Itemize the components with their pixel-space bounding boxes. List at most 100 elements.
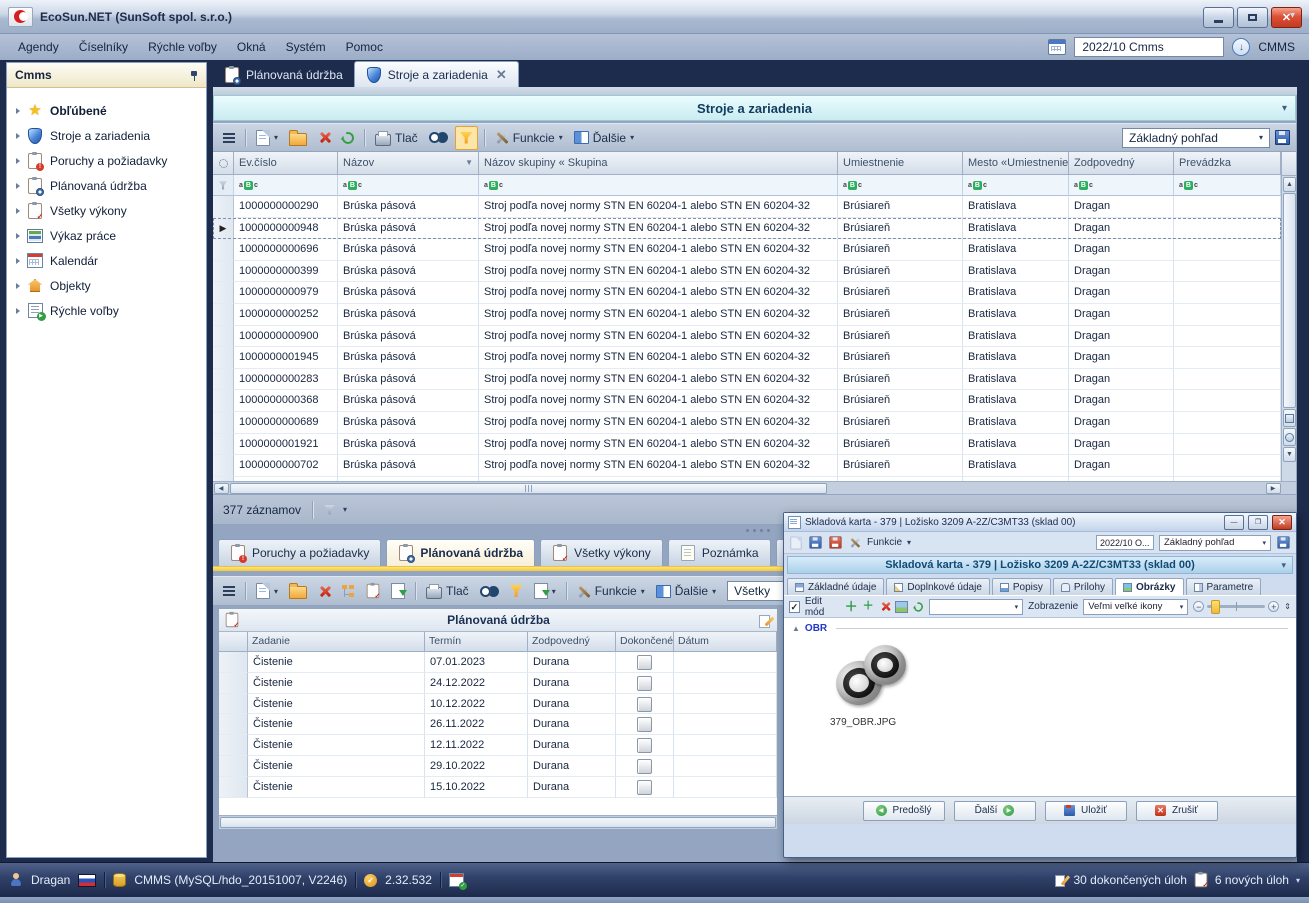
delete-icon[interactable] [880, 601, 889, 611]
dialog-tab-prilohy[interactable]: Prílohy [1053, 578, 1113, 595]
save-close-icon[interactable] [830, 537, 842, 549]
filter-button[interactable] [506, 580, 527, 602]
print-button[interactable]: Tlač [371, 127, 422, 149]
period-input[interactable]: 2022/10 Cmms [1074, 37, 1224, 57]
sidebar-item-oblubene[interactable]: ★Obľúbené [7, 98, 206, 123]
ulozit-button[interactable]: Uložiť [1045, 801, 1127, 821]
plan-button[interactable] [362, 580, 384, 602]
expander-icon[interactable] [16, 108, 20, 114]
dialog-tab-obrazky[interactable]: Obrázky [1115, 578, 1183, 595]
column-header-nazov-skupiny-skupina[interactable]: Názov skupiny « Skupina [479, 152, 838, 175]
task-filter-selector[interactable]: Všetky [727, 581, 789, 601]
table-row[interactable]: Čistenie07.01.2023Durana [219, 652, 777, 673]
save-view-icon[interactable] [1278, 537, 1290, 549]
table-row[interactable]: 1000000001921Brúska pásováStroj podľa no… [213, 434, 1281, 456]
filter-cell-ev-cislo[interactable]: aBc [234, 175, 338, 196]
column-header-dokoncene[interactable]: Dokončené [616, 632, 674, 652]
dialog-tab-parametre[interactable]: Parametre [1186, 578, 1262, 595]
scrollbar-thumb[interactable] [1283, 193, 1296, 408]
confirm-button[interactable] [387, 580, 409, 602]
column-header-zadanie[interactable]: Zadanie [248, 632, 425, 652]
image-group-header[interactable]: ▲ OBR [784, 619, 1296, 634]
more-menu-button[interactable]: Ďalšie▾ [570, 127, 638, 149]
expander-icon[interactable] [16, 133, 20, 139]
checkbox[interactable] [637, 697, 652, 712]
close-button[interactable]: ✕ [1271, 7, 1302, 28]
expander-icon[interactable] [16, 308, 20, 314]
table-row[interactable]: 1000000000283Brúska pásováStroj podľa no… [213, 369, 1281, 391]
functions-menu-button[interactable]: Funkcie▾ [573, 580, 649, 602]
zoom-in-icon[interactable]: + [1268, 601, 1279, 612]
grid-corner[interactable] [213, 152, 234, 175]
table-row[interactable]: 1000000000979Brúska pásováStroj podľa no… [213, 282, 1281, 304]
table-row[interactable]: 1000000000399Brúska pásováStroj podľa no… [213, 261, 1281, 283]
new-record-button[interactable]: ▾ [252, 127, 282, 149]
pin-icon[interactable] [189, 70, 198, 81]
scroll-up-icon[interactable]: ▲ [1283, 177, 1296, 192]
column-header-ev-cislo[interactable]: Ev.číslo [234, 152, 338, 175]
image-filter-selector[interactable]: ▾ [929, 599, 1024, 615]
column-header-zodpovedny[interactable]: Zodpovedný [528, 632, 616, 652]
refresh-button[interactable] [338, 127, 358, 149]
search-button[interactable] [425, 127, 452, 149]
chevron-down-icon[interactable]: ▾ [1290, 10, 1295, 21]
functions-menu-button[interactable]: Funkcie▾ [491, 127, 567, 149]
filter-cell-umiestnenie[interactable]: aBc [838, 175, 963, 196]
detail-tab-poruchy-a-poziadavky[interactable]: Poruchy a požiadavky [218, 539, 381, 566]
cmms-quick-label[interactable]: CMMS [1258, 40, 1295, 54]
checkbox[interactable] [637, 655, 652, 670]
minimize-button[interactable] [1203, 7, 1234, 28]
dialog-tab-doplnkove-udaje[interactable]: Doplnkové údaje [886, 578, 990, 595]
sidebar-item-objekty[interactable]: Objekty [7, 273, 206, 298]
menu-item-okna[interactable]: Okná [227, 37, 276, 57]
expander-icon[interactable] [16, 208, 20, 214]
menu-item-rychle-volby[interactable]: Rýchle voľby [138, 37, 227, 57]
layout-menu-button[interactable] [219, 127, 239, 149]
detail-tab-planovana-udrzba[interactable]: Plánovaná údržba [386, 539, 535, 566]
search-button[interactable] [476, 580, 503, 602]
sidebar-item-rychle-volby[interactable]: Rýchle voľby [7, 298, 206, 323]
delete-task-button[interactable] [314, 580, 335, 602]
add-multi-icon[interactable]: ＋ [863, 600, 874, 613]
tab-planovana-udrzba[interactable]: Plánovaná údržba [213, 63, 354, 87]
collapse-arrow-icon[interactable]: ▲ [792, 624, 800, 633]
dialog-period-input[interactable]: 2022/10 O... [1096, 535, 1154, 550]
maximize-button[interactable] [1237, 7, 1268, 28]
table-row[interactable]: 1000000001945Brúska pásováStroj podľa no… [213, 347, 1281, 369]
checkbox[interactable] [637, 780, 652, 795]
filter-cell-nazov-skupiny-skupina[interactable]: aBc [479, 175, 838, 196]
table-row[interactable]: 1000000000900Brúska pásováStroj podľa no… [213, 326, 1281, 348]
grid-extra-button[interactable] [1283, 409, 1296, 427]
checkbox[interactable] [637, 676, 652, 691]
expander-icon[interactable] [16, 283, 20, 289]
table-row[interactable]: Čistenie26.11.2022Durana [219, 714, 777, 735]
horizontal-scrollbar[interactable]: ◀ ▶ [213, 481, 1296, 494]
splitter-handle[interactable] [746, 529, 770, 532]
save-view-icon[interactable] [1275, 130, 1290, 145]
table-row[interactable]: 1000000000290Brúska pásováStroj podľa no… [213, 196, 1281, 218]
vertical-scrollbar[interactable]: ▲ ▼ [1281, 152, 1296, 481]
filter-cell-nazov[interactable]: aBc [338, 175, 479, 196]
sidebar-item-stroje-a-zariadenia[interactable]: Stroje a zariadenia [7, 123, 206, 148]
circle-down-arrow-icon[interactable]: ↓ [1232, 38, 1250, 56]
checkbox[interactable] [637, 717, 652, 732]
detail-tab-poznamka[interactable]: Poznámka [668, 539, 771, 566]
open-record-button[interactable] [285, 127, 311, 149]
new-task-button[interactable]: ▾ [252, 580, 282, 602]
status-done-tasks[interactable]: 30 dokončených úloh [1074, 873, 1187, 887]
column-header-mesto-umiestnenie[interactable]: Mesto «Umiestnenie [963, 152, 1069, 175]
tab-stroje-a-zariadenia[interactable]: Stroje a zariadenia✕ [354, 61, 519, 87]
add-icon[interactable]: ＋ [845, 600, 858, 613]
edit-pencil-icon[interactable] [758, 614, 771, 627]
dialog-tab-popisy[interactable]: Popisy [992, 578, 1051, 595]
detail-tab-vsetky-vykony[interactable]: Všetky výkony [540, 539, 663, 566]
filter-button[interactable] [455, 126, 478, 150]
table-row[interactable]: 1000000000689Brúska pásováStroj podľa no… [213, 412, 1281, 434]
column-header-prevadzka[interactable]: Prevádzka [1174, 152, 1281, 175]
edit-mode-checkbox[interactable]: ✓ [789, 601, 800, 613]
chevron-down-icon[interactable]: ▾ [1296, 876, 1300, 885]
chevron-down-icon[interactable]: ▾ [343, 505, 347, 514]
table-row[interactable]: Čistenie24.12.2022Durana [219, 673, 777, 694]
zrusit-button[interactable]: ✕Zrušiť [1136, 801, 1218, 821]
menu-item-ciselniky[interactable]: Číselníky [69, 37, 138, 57]
